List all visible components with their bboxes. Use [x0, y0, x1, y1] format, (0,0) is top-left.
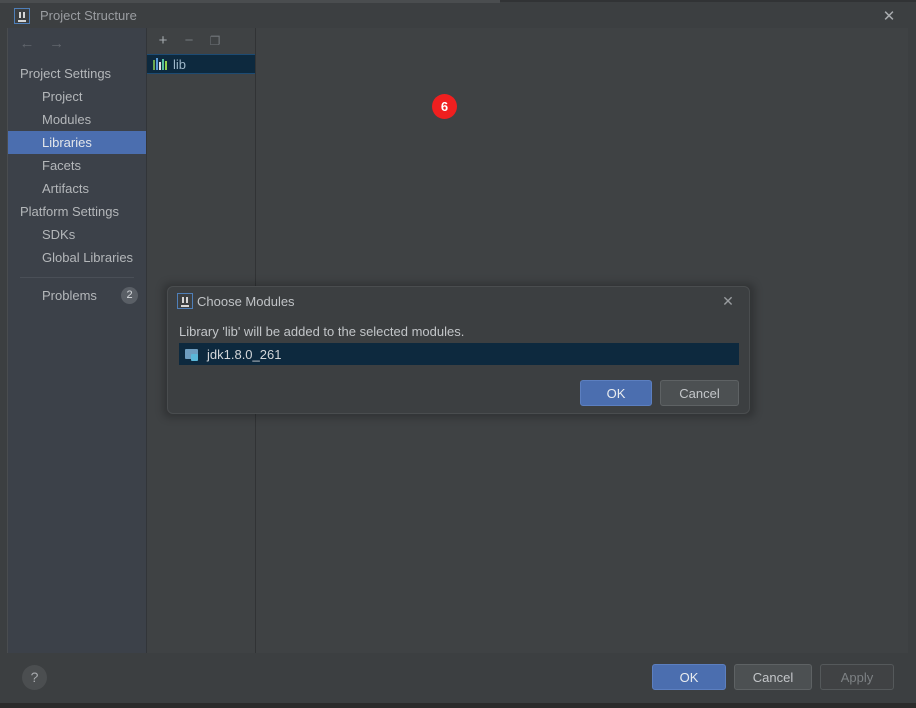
sidebar-item-problems-label: Problems	[42, 288, 97, 303]
sidebar-item-modules[interactable]: Modules	[8, 108, 146, 131]
problems-count-badge: 2	[121, 287, 138, 304]
sidebar-group-platform-settings: Platform Settings	[20, 204, 119, 219]
sidebar-item-facets[interactable]: Facets	[8, 154, 146, 177]
copy-icon[interactable]: ❐	[205, 31, 225, 51]
list-item[interactable]: jdk1.8.0_261	[179, 343, 739, 365]
dialog-title: Choose Modules	[197, 294, 295, 309]
choose-modules-dialog: Choose Modules ✕ Library 'lib' will be a…	[167, 286, 750, 414]
close-icon[interactable]: ✕	[880, 8, 898, 26]
sidebar-item-sdks[interactable]: SDKs	[8, 223, 146, 246]
intellij-idea-icon	[177, 293, 193, 309]
libraries-toolbar: + − ❐	[147, 28, 255, 55]
forward-arrow-icon[interactable]: →	[44, 33, 70, 55]
sidebar-item-artifacts[interactable]: Artifacts	[8, 177, 146, 200]
sidebar-item-libraries[interactable]: Libraries	[8, 131, 146, 154]
page-title: Project Structure	[40, 8, 137, 23]
dialog-cancel-button[interactable]: Cancel	[660, 380, 739, 406]
sidebar-item-project[interactable]: Project	[8, 85, 146, 108]
dialog-footer: ? OK Cancel Apply	[0, 653, 916, 703]
apply-button: Apply	[820, 664, 894, 690]
remove-icon[interactable]: −	[179, 31, 199, 51]
help-icon[interactable]: ?	[22, 665, 47, 690]
intellij-idea-icon	[14, 8, 30, 24]
list-item[interactable]: lib	[147, 54, 255, 74]
close-icon[interactable]: ✕	[719, 292, 737, 310]
module-icon	[185, 348, 200, 361]
click-target-badge: 6	[432, 94, 457, 119]
library-item-label: lib	[173, 56, 187, 72]
sidebar-item-global-libraries[interactable]: Global Libraries	[8, 246, 146, 269]
dialog-title-bar: Choose Modules ✕	[168, 287, 749, 316]
add-icon[interactable]: +	[153, 31, 173, 51]
ok-button[interactable]: OK	[652, 664, 726, 690]
settings-sidebar: ← → Project Settings Project Modules Lib…	[8, 28, 147, 653]
window-title-bar: Project Structure ✕	[0, 3, 916, 28]
sidebar-group-project-settings: Project Settings	[20, 66, 112, 81]
module-item-label: jdk1.8.0_261	[207, 346, 282, 362]
background-window-edge-right	[500, 0, 916, 2]
dialog-message: Library 'lib' will be added to the selec…	[179, 324, 465, 339]
navigation-arrows: ← →	[14, 33, 84, 55]
cancel-button[interactable]: Cancel	[734, 664, 812, 690]
project-structure-window: Project Structure ✕ ← → Project Settings…	[0, 0, 916, 708]
sidebar-item-problems[interactable]: Problems 2	[8, 284, 146, 307]
back-arrow-icon[interactable]: ←	[14, 33, 40, 55]
modules-list: jdk1.8.0_261	[179, 343, 739, 365]
sidebar-divider	[20, 277, 134, 278]
window-bottom-edge	[0, 703, 916, 708]
settings-tree: Project Settings Project Modules Librari…	[8, 62, 146, 307]
library-icon	[153, 58, 167, 70]
dialog-ok-button[interactable]: OK	[580, 380, 652, 406]
